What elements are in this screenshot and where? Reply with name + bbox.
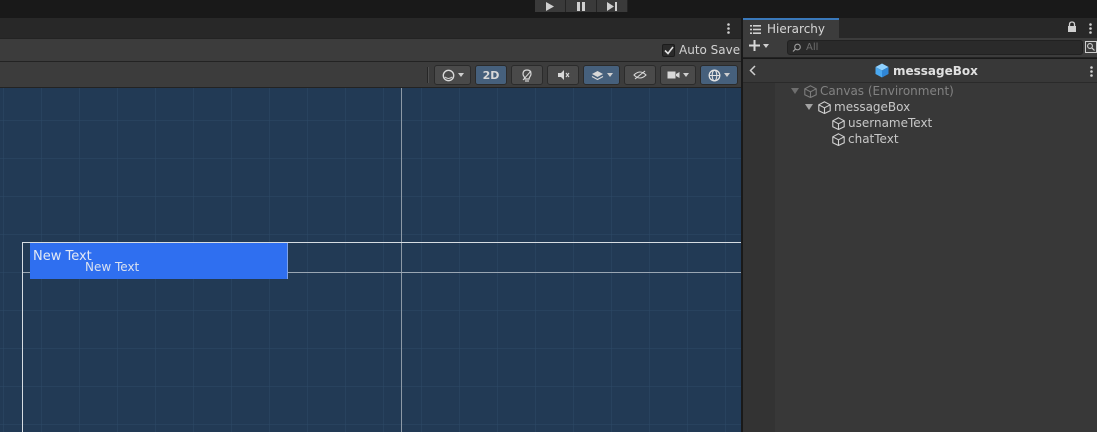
tree-item-label: Canvas (Environment) (820, 84, 954, 98)
audio-mute-icon (557, 70, 569, 80)
chevron-left-icon[interactable] (749, 65, 756, 76)
hierarchy-gutter (743, 83, 775, 432)
gizmos-globe-icon (708, 69, 721, 81)
hierarchy-tab-bar: Hierarchy (743, 18, 1097, 38)
search-icon (792, 43, 801, 52)
prefab-options-bar: Auto Save (0, 38, 741, 62)
chevron-down-icon (683, 73, 689, 77)
prefab-name: messageBox (893, 63, 978, 78)
hierarchy-search[interactable] (787, 40, 1083, 55)
audio-toggle[interactable] (547, 65, 579, 85)
step-button[interactable] (597, 0, 628, 12)
hierarchy-tree: Canvas (Environment) messageBox username… (743, 83, 1097, 432)
shading-sphere-icon (442, 69, 454, 81)
tree-item-usernametext[interactable]: usernameText (832, 115, 932, 131)
gameobject-cube-icon (832, 132, 845, 146)
toolbar-grip[interactable] (427, 67, 429, 83)
prefab-title: messageBox (875, 63, 978, 78)
play-button[interactable] (535, 0, 566, 12)
pause-icon (577, 1, 585, 11)
tree-item-label: usernameText (848, 116, 933, 130)
plus-icon (749, 40, 760, 51)
eye-slash-icon (633, 70, 647, 80)
scene-toolbar: 2D (0, 62, 741, 88)
list-icon (750, 24, 761, 34)
chevron-down-icon (457, 73, 464, 77)
playback-controls (535, 0, 628, 12)
mode-2d-label: 2D (482, 68, 500, 82)
foldout-arrow-icon[interactable] (791, 88, 799, 94)
mode-2d-toggle[interactable]: 2D (475, 65, 507, 85)
prefab-cube-icon (875, 63, 889, 78)
hierarchy-toolbar (743, 38, 1097, 58)
create-dropdown-button[interactable] (749, 40, 769, 51)
tab-hierarchy[interactable]: Hierarchy (743, 18, 839, 38)
draw-mode-dropdown[interactable] (434, 65, 471, 85)
auto-save-checkbox[interactable] (662, 43, 675, 57)
camera-dropdown[interactable] (660, 65, 696, 85)
scene-viewport[interactable]: New Text New Text (0, 88, 741, 432)
username-text-object[interactable]: New Text (33, 249, 92, 264)
scene-menu-button[interactable] (722, 18, 734, 38)
effects-layers-icon (591, 71, 603, 81)
hierarchy-menu-button[interactable] (1085, 18, 1095, 38)
auto-save-toggle[interactable]: Auto Save (662, 43, 740, 57)
step-icon (607, 1, 617, 11)
gameobject-cube-icon (818, 100, 831, 114)
tab-hierarchy-label: Hierarchy (767, 22, 826, 36)
scene-visibility-toggle[interactable] (624, 65, 656, 85)
scene-tab-bar (0, 18, 741, 38)
prefab-header: messageBox (743, 59, 1097, 83)
tree-item-label: chatText (848, 132, 899, 146)
gameobject-cube-icon (804, 84, 817, 98)
kebab-icon (1089, 65, 1093, 77)
scene-visibility-icon[interactable] (1085, 41, 1097, 53)
effects-dropdown[interactable] (583, 65, 620, 85)
tree-item-messagebox[interactable]: messageBox (805, 99, 910, 115)
tree-item-chattext[interactable]: chatText (832, 131, 899, 147)
lighting-toggle[interactable] (511, 65, 543, 85)
auto-save-label: Auto Save (679, 43, 741, 57)
chevron-down-icon (763, 43, 769, 48)
tree-item-label: messageBox (834, 100, 911, 114)
chat-text-object[interactable]: New Text (85, 260, 139, 274)
chevron-down-icon (606, 73, 613, 77)
lock-icon[interactable] (1067, 21, 1077, 33)
foldout-arrow-icon[interactable] (805, 104, 813, 110)
search-input[interactable] (806, 42, 1066, 53)
light-bulb-icon (522, 68, 532, 82)
chevron-down-icon (724, 73, 730, 77)
kebab-icon (1088, 22, 1092, 34)
prefab-menu-button[interactable] (1087, 63, 1095, 79)
kebab-icon (726, 22, 730, 34)
camera-icon (667, 71, 680, 79)
play-toolbar (0, 0, 1097, 18)
gizmos-dropdown[interactable] (700, 65, 738, 85)
gameobject-cube-icon (832, 116, 845, 130)
check-icon (663, 46, 674, 55)
play-icon (546, 1, 554, 11)
tree-item-canvas-environment[interactable]: Canvas (Environment) (791, 83, 954, 99)
pause-button[interactable] (566, 0, 597, 12)
